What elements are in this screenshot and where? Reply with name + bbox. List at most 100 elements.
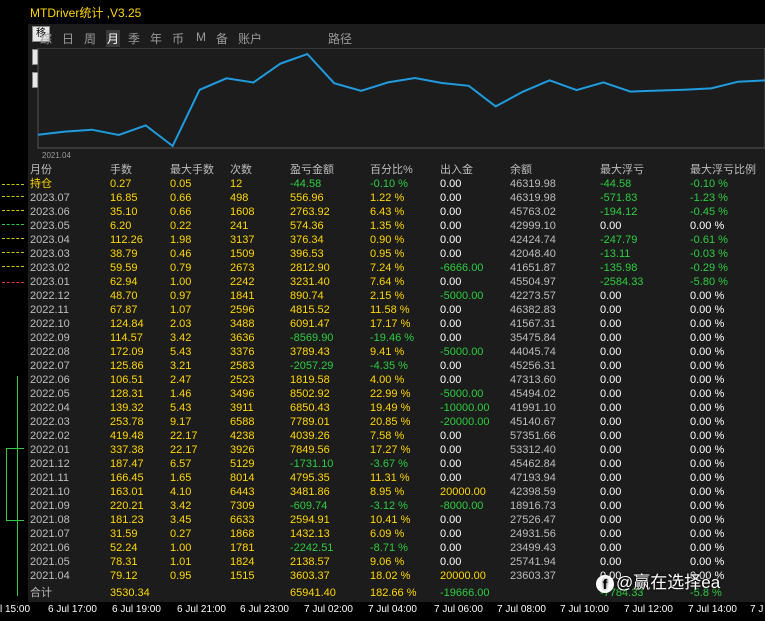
table-cell: 2021.12 [30,458,70,470]
time-axis: l 15:00 6 Jul 17:00 6 Jul 19:00 6 Jul 21:00… [0,602,765,621]
table-cell: 79.12 [110,570,138,582]
table-cell: 45504.97 [510,276,556,288]
table-cell: -3.67 % [370,458,408,470]
table-cell: 45763.02 [510,206,556,218]
table-cell: 0.00 [600,318,622,330]
tab-9[interactable]: 账户 [238,30,262,47]
time-axis-label: 7 Jul 04:00 [368,604,417,615]
table-cell: 24931.56 [510,528,556,540]
time-axis-label: 7 Jul 10:00 [560,604,609,615]
table-cell: 0.00 [600,304,622,316]
time-axis-label: l 15:00 [0,604,31,615]
table-cell: 22.17 [170,444,198,456]
table-row: 2021.11 166.45 1.65 8014 4795.35 11.31 % 0.00 4… [28,471,765,485]
tab-3[interactable]: 月 [106,30,121,47]
time-axis-label: 7 Jul 08:00 [497,604,546,615]
table-row: 2023.01 62.94 1.00 2242 3231.40 7.64 % 0.00 455… [28,275,765,289]
table-cell: 4815.52 [290,304,330,316]
table-cell: 0.46 [170,248,192,260]
table-cell: 112.26 [110,234,143,246]
tab-5[interactable]: 年 [150,30,162,47]
table-cell: 1824 [230,556,255,568]
candle-edge [6,520,24,521]
table-cell: 0.00 [600,290,622,302]
table-cell: 3496 [230,388,255,400]
tab-10[interactable]: 路径 [328,30,352,47]
table-cell: -6666.00 [440,262,484,274]
table-cell: -194.12 [600,206,638,218]
tab-0[interactable]: 综 [40,30,52,47]
column-header[interactable]: 最大浮亏 [600,163,644,177]
table-cell: 47313.60 [510,374,556,386]
table-cell: 0.00 % [690,416,725,428]
table-cell: 48.70 [110,290,138,302]
column-header[interactable]: 余额 [510,163,532,177]
table-cell: 0.00 [600,500,622,512]
table-cell: 1781 [230,542,255,554]
table-row: 2021.06 52.24 1.00 1781 -2242.51 -8.71 % 0.00 2… [28,541,765,555]
tab-1[interactable]: 日 [62,30,74,47]
table-cell: 0.00 [600,486,622,498]
table-cell: 3488 [230,318,255,330]
tab-7[interactable]: M [196,30,206,44]
table-cell: 1.22 % [370,192,405,204]
table-cell: 9.17 [170,416,192,428]
title-bar: MTDriver统计 ,V3.25 [28,0,765,24]
table-cell: 7.64 % [370,276,405,288]
table-cell: 35.10 [110,206,138,218]
table-row: 2021.07 31.59 0.27 1868 1432.13 6.09 % 0.00 249… [28,527,765,541]
column-header[interactable]: 最大浮亏比例 [690,163,756,177]
table-cell: 45462.84 [510,458,556,470]
table-cell: 4795.35 [290,472,330,484]
table-cell: 2022.03 [30,416,70,428]
table-cell: 0.66 [170,206,192,218]
table-cell: 42999.10 [510,220,556,232]
table-cell: 9.41 % [370,346,405,358]
table-cell: 1.98 [170,234,192,246]
table-cell: 6.43 % [370,206,405,218]
column-header[interactable]: 次数 [230,163,252,177]
time-axis-label: 6 Jul 19:00 [112,604,161,615]
table-row: 2023.05 6.20 0.22 241 574.36 1.35 % 0.00 42999.… [28,219,765,233]
table-cell: 2023.05 [30,220,70,232]
table-cell: 4238 [230,430,255,442]
table-cell: 187.47 [110,458,144,470]
tab-4[interactable]: 季 [128,30,140,47]
table-cell: 3926 [230,444,255,456]
table-cell: 106.51 [110,374,144,386]
table-cell: 0.00 % [690,514,725,526]
table-cell: 45140.67 [510,416,556,428]
column-header[interactable]: 出入金 [440,163,473,177]
facebook-icon: f [596,574,614,593]
table-cell: -5000.00 [440,290,484,302]
column-header[interactable]: 盈亏金额 [290,163,334,177]
time-axis-label: 6 Jul 17:00 [48,604,97,615]
table-cell: 53312.40 [510,444,556,456]
table-cell: 0.00 [440,220,462,232]
table-cell: 0.95 [170,570,192,582]
table-cell: 890.74 [290,290,324,302]
column-header[interactable]: 月份 [30,163,52,177]
table-cell: 0.27 [170,528,192,540]
table-cell: 42424.74 [510,234,556,246]
table-cell: 0.00 [600,556,622,568]
tab-2[interactable]: 周 [84,30,96,47]
column-header[interactable]: 百分比% [370,163,413,177]
table-cell: 25741.94 [510,556,556,568]
table-cell: 0.00 % [690,332,725,344]
table-cell: 2242 [230,276,255,288]
column-header[interactable]: 最大手数 [170,163,214,177]
table-cell: 1868 [230,528,255,540]
table-cell: 10.41 % [370,514,411,526]
table-cell: 0.00 % [690,346,725,358]
table-cell: 2523 [230,374,255,386]
table-cell: 6.09 % [370,528,405,540]
tab-6[interactable]: 币 [172,30,184,47]
table-cell: 8502.92 [290,388,330,400]
table-cell: 2021.06 [30,542,70,554]
tab-8[interactable]: 备 [216,30,228,47]
time-axis-label: 7 Jul 06:00 [434,604,483,615]
column-header[interactable]: 手数 [110,163,132,177]
table-cell: 7849.56 [290,444,330,456]
table-cell: 0.00 [600,458,622,470]
